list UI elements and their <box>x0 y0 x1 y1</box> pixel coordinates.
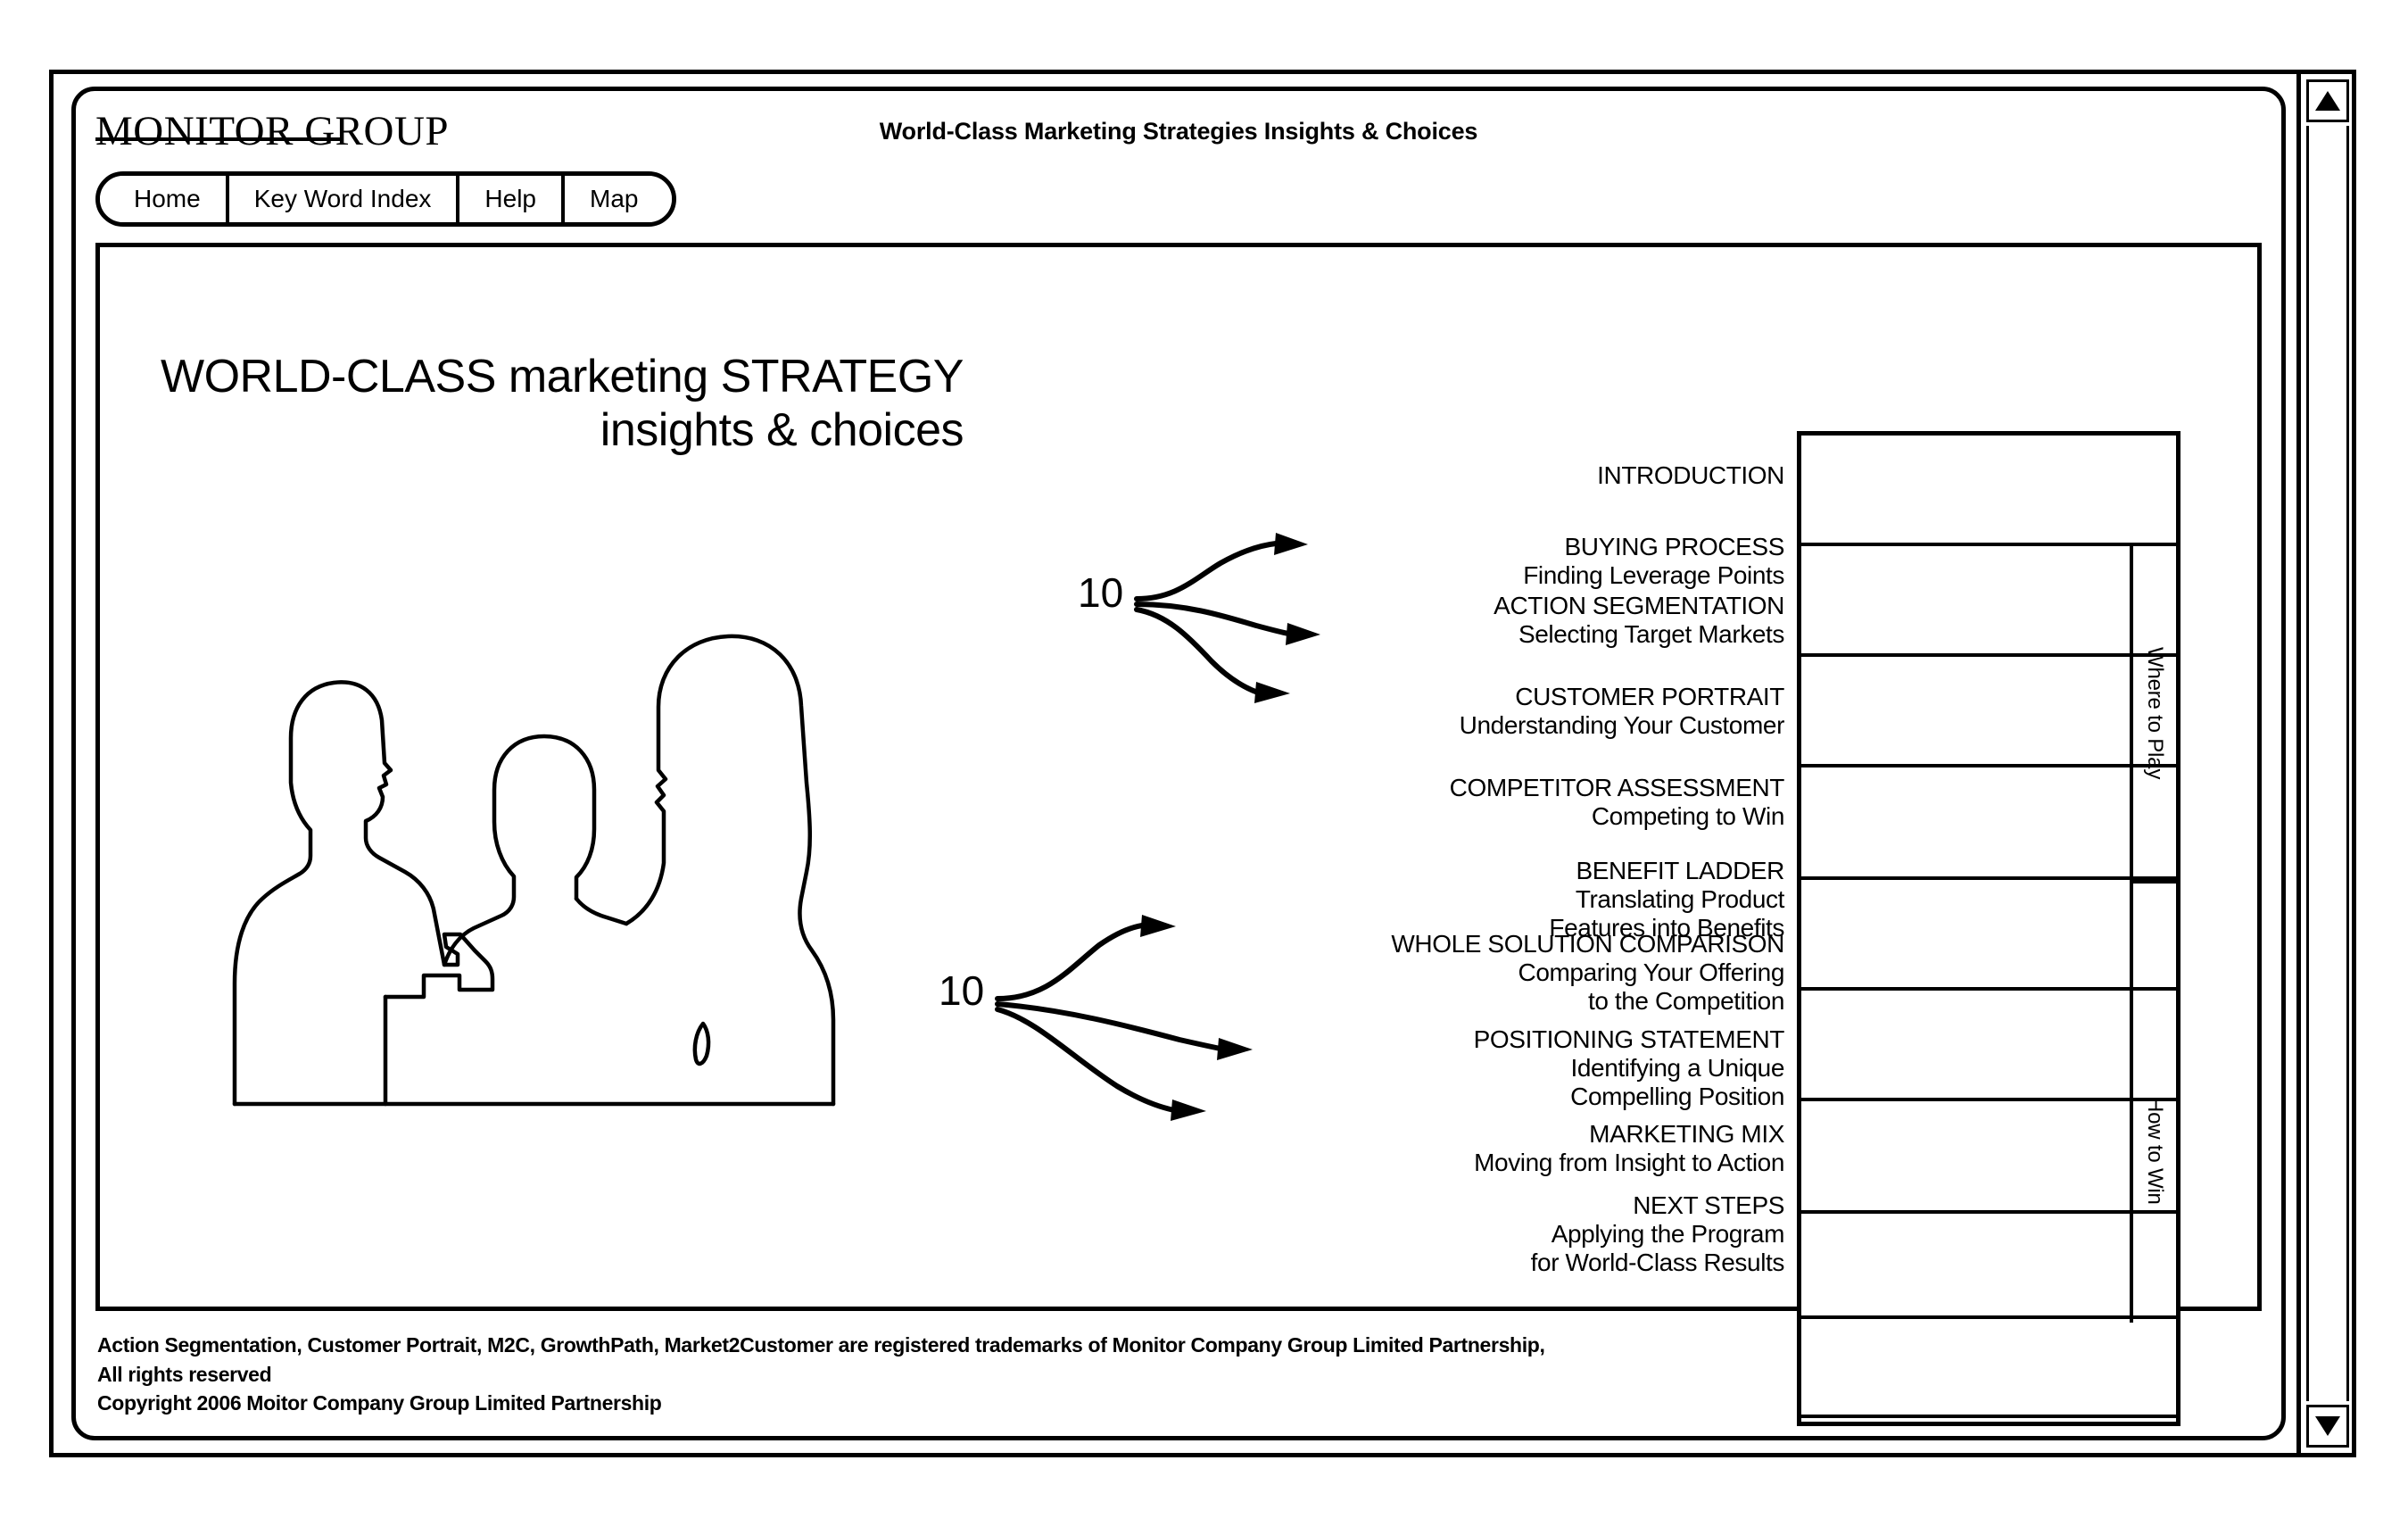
hero-headline-line1: WORLD-CLASS marketing STRATEGY <box>160 351 964 402</box>
module-box-action-segmentation[interactable] <box>1801 657 2176 768</box>
content-frame: WORLD-CLASS marketing STRATEGY insights … <box>95 243 2262 1426</box>
vertical-scrollbar[interactable] <box>2296 74 2352 1453</box>
three-people-silhouette-illustration <box>207 604 939 1113</box>
scroll-down-button[interactable] <box>2306 1405 2349 1448</box>
module-label-competitor-assessment[interactable]: COMPETITOR ASSESSMENT Competing to Win <box>1124 774 1785 831</box>
module-box-customer-portrait[interactable] <box>1801 768 2176 880</box>
application-window: MONITOR GROUP World-Class Marketing Stra… <box>49 70 2356 1457</box>
module-box-introduction[interactable] <box>1801 436 2176 546</box>
module-box-buying-process[interactable] <box>1801 546 2176 657</box>
module-box-competitor-assessment[interactable] <box>1801 880 2176 991</box>
scrollbar-track[interactable] <box>2306 126 2349 1401</box>
module-title-next-steps: NEXT STEPS <box>1633 1191 1784 1219</box>
cluster-number-top: 10 <box>1078 569 1124 616</box>
hero-headline-line2: insights & choices <box>600 404 964 457</box>
phase-label-where-to-play: Where to Play <box>2133 546 2176 880</box>
page-card: MONITOR GROUP World-Class Marketing Stra… <box>71 87 2286 1440</box>
footer-copyright-line: Copyright 2006 Moitor Company Group Limi… <box>97 1391 662 1415</box>
triangle-down-icon <box>2315 1416 2340 1436</box>
footer-trademark-line: Action Segmentation, Customer Portrait, … <box>97 1333 1545 1357</box>
module-grid: Where to Play How to Win <box>1797 431 2180 1426</box>
phase-label-how-to-win-text: How to Win <box>2143 1097 2167 1205</box>
primary-navigation: Home Key Word Index Help Map <box>95 171 677 227</box>
cluster-number-bottom: 10 <box>939 967 985 1014</box>
arrow-cluster-how-to-win: 10 <box>939 899 1367 1131</box>
nav-item-key-word-index[interactable]: Key Word Index <box>228 176 460 222</box>
module-subtitle-competitor-assessment: Competing to Win <box>1591 801 1785 830</box>
nav-item-help[interactable]: Help <box>459 176 565 222</box>
module-box-next-steps[interactable] <box>1801 1418 2176 1436</box>
page-title: World-Class Marketing Strategies Insight… <box>879 118 1478 145</box>
nav-item-home[interactable]: Home <box>100 176 229 222</box>
module-label-introduction[interactable]: INTRODUCTION <box>1124 461 1784 490</box>
nav-item-map[interactable]: Map <box>565 176 673 222</box>
module-label-next-steps[interactable]: NEXT STEPS Applying the Program for Worl… <box>1124 1191 1785 1277</box>
scroll-up-button[interactable] <box>2306 79 2349 122</box>
module-box-benefit-ladder[interactable] <box>1801 991 2176 1101</box>
module-title-competitor-assessment: COMPETITOR ASSESSMENT <box>1449 774 1785 801</box>
module-subtitle-marketing-mix: Moving from Insight to Action <box>1474 1148 1784 1176</box>
footer-rights-line: All rights reserved <box>97 1362 272 1386</box>
phase-label-where-to-play-text: Where to Play <box>2143 646 2167 780</box>
module-box-whole-solution[interactable] <box>1801 1101 2176 1214</box>
module-subtitle-customer-portrait: Understanding Your Customer <box>1459 710 1785 739</box>
hero-headline: WORLD-CLASS marketing STRATEGY insights … <box>143 350 964 458</box>
module-title-introduction: INTRODUCTION <box>1597 461 1784 489</box>
module-subtitle-next-steps: Applying the Program for World-Class Res… <box>1530 1219 1785 1276</box>
module-box-positioning-statement[interactable] <box>1801 1214 2176 1319</box>
triangle-up-icon <box>2315 91 2340 111</box>
module-title-benefit-ladder: BENEFIT LADDER <box>1576 857 1785 884</box>
footer-legal-text: Action Segmentation, Customer Portrait, … <box>97 1331 2260 1418</box>
arrow-cluster-where-to-play: 10 <box>1078 515 1461 711</box>
